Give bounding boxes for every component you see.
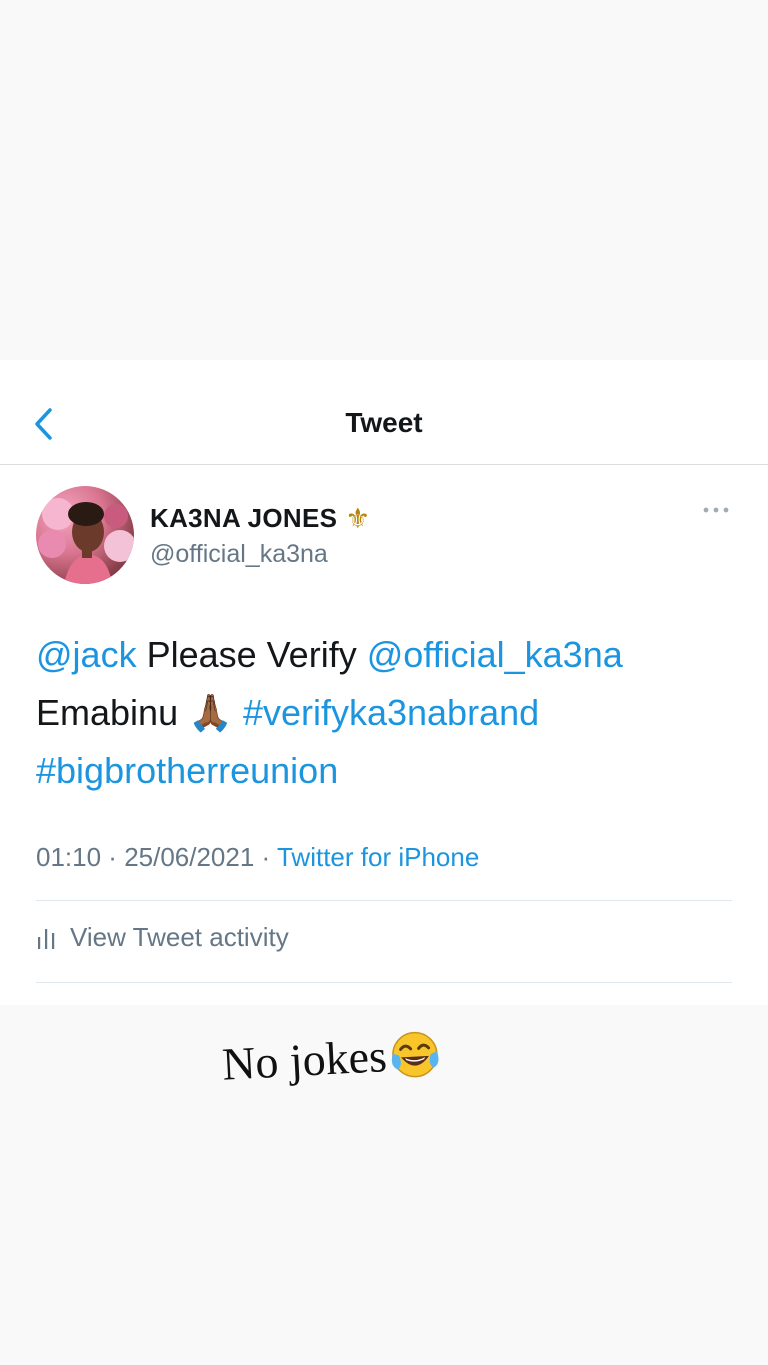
view-tweet-activity-button[interactable]: View Tweet activity [36, 922, 289, 953]
story-caption: No jokes [221, 1026, 442, 1090]
divider [36, 900, 732, 901]
tweet-meta: 01:10 · 25/06/2021 · Twitter for iPhone [36, 842, 479, 873]
tweet-text: @jack Please Verify @official_ka3na Emab… [36, 626, 736, 800]
hashtag-link[interactable]: #verifyka3nabrand [243, 692, 539, 733]
fleur-de-lis-icon: ⚜ [345, 503, 371, 534]
mention-link[interactable]: @official_ka3na [367, 634, 623, 675]
page-title: Tweet [345, 407, 423, 438]
avatar-image [38, 498, 134, 584]
tweet-text-segment: Emabinu [36, 692, 189, 733]
avatar[interactable] [36, 486, 134, 584]
face-with-tears-of-joy-icon [391, 1031, 439, 1077]
tweet-card: Tweet KA3NA JONES ⚜ @official_ka3na @jac… [0, 360, 768, 1005]
divider [36, 982, 732, 983]
tweet-text-segment: Please Verify [136, 634, 367, 675]
view-tweet-activity-label: View Tweet activity [70, 922, 289, 952]
tweet-source-link[interactable]: Twitter for iPhone [277, 842, 479, 872]
display-name-text: KA3NA JONES [150, 503, 338, 533]
analytics-icon [38, 928, 55, 949]
more-icon [703, 507, 729, 513]
user-handle[interactable]: @official_ka3na [150, 540, 328, 569]
blank-background [0, 0, 768, 360]
praying-hands-emoji: 🙏🏾 [188, 692, 233, 733]
more-options-button[interactable] [700, 500, 734, 520]
mention-link[interactable]: @jack [36, 634, 137, 675]
tweet-time: 01:10 [36, 842, 102, 872]
meta-separator: · [101, 842, 125, 872]
display-name[interactable]: KA3NA JONES ⚜ [150, 502, 371, 535]
caption-text: No jokes [220, 1030, 389, 1090]
nav-bar: Tweet [0, 360, 768, 465]
hashtag-link[interactable]: #bigbrotherreunion [36, 750, 338, 791]
meta-separator: · [254, 842, 277, 872]
tweet-date: 25/06/2021 [124, 842, 255, 872]
